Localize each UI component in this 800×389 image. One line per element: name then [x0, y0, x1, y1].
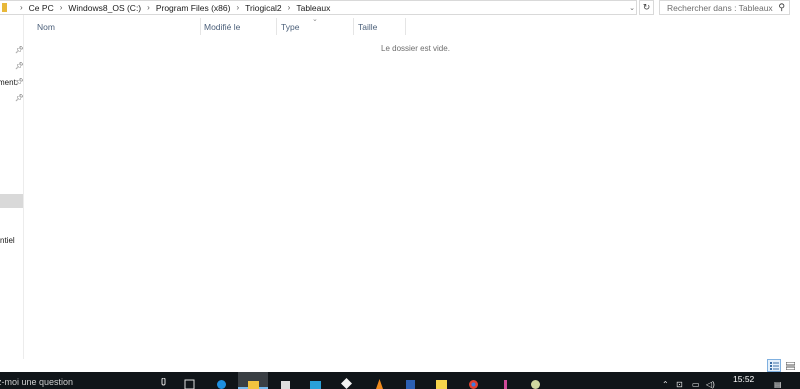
column-header-size[interactable]: Taille [358, 18, 377, 35]
large-icons-view-icon [785, 361, 795, 370]
word-icon[interactable] [405, 378, 416, 389]
breadcrumb-item-triogical2[interactable]: Triogical2 [245, 3, 282, 13]
battery-icon[interactable]: ▭ [692, 380, 700, 389]
folder-icon [2, 3, 7, 12]
address-row: › Ce PC › Windows8_OS (C:) › Program Fil… [0, 0, 800, 15]
edge-browser-icon[interactable] [216, 378, 227, 389]
column-header-label: Modifié le [204, 21, 241, 32]
column-header-label: Type [281, 21, 300, 32]
notifications-icon[interactable]: ▤ [774, 380, 782, 389]
chevron-right-icon[interactable]: › [20, 3, 23, 12]
app-icon[interactable] [341, 378, 352, 389]
search-input[interactable]: Rechercher dans : Tableaux ⚲ [659, 0, 790, 15]
pin-icon[interactable]: 📌︎ [15, 46, 23, 54]
details-view-button[interactable] [767, 359, 781, 372]
search-icon[interactable]: ⚲ [778, 2, 785, 13]
task-view-icon[interactable] [184, 378, 195, 389]
navigation-pane[interactable]: 📌︎ 📌︎ ment: 📌︎ 📌︎ ntiel [0, 15, 24, 359]
address-bar[interactable]: › Ce PC › Windows8_OS (C:) › Program Fil… [0, 0, 637, 15]
sort-arrow-icon: ⌄ [312, 16, 318, 23]
empty-folder-message: Le dossier est vide. [381, 44, 450, 53]
column-header-label: Nom [37, 21, 55, 32]
cortana-search-box[interactable]: z-moi une question [0, 377, 73, 387]
nav-item-partial[interactable]: ntiel [0, 236, 15, 245]
chrome-icon[interactable] [468, 378, 479, 389]
volume-icon[interactable]: ◁) [706, 380, 715, 389]
nav-item-selected[interactable] [0, 194, 23, 208]
chevron-right-icon[interactable]: › [236, 3, 239, 12]
chevron-right-icon[interactable]: › [288, 3, 291, 12]
chevron-right-icon[interactable]: › [147, 3, 150, 12]
app-icon[interactable] [530, 378, 541, 389]
app-icon[interactable] [500, 378, 511, 389]
column-header-type[interactable]: Type [281, 18, 299, 35]
column-header-modified[interactable]: Modifié le [204, 18, 240, 35]
chevron-right-icon[interactable]: › [60, 3, 63, 12]
column-divider[interactable] [353, 18, 354, 35]
breadcrumb-item-program-files[interactable]: Program Files (x86) [156, 3, 231, 13]
breadcrumb-item-tableaux[interactable]: Tableaux [296, 3, 330, 13]
app-icon[interactable] [310, 378, 321, 389]
network-icon[interactable]: ⊡ [676, 380, 683, 389]
column-divider[interactable] [405, 18, 406, 35]
sticky-notes-icon[interactable] [436, 378, 447, 389]
refresh-icon: ↻ [642, 2, 651, 12]
refresh-button[interactable]: ↻ [639, 0, 654, 15]
chevron-up-icon[interactable]: ⌃ [662, 380, 669, 389]
column-header-label: Taille [358, 21, 378, 32]
breadcrumb-item-ce-pc[interactable]: Ce PC [29, 3, 54, 13]
breadcrumb-item-drive[interactable]: Windows8_OS (C:) [68, 3, 141, 13]
pin-icon[interactable]: 📌︎ [15, 62, 23, 70]
pin-icon[interactable]: 📌︎ [15, 94, 23, 102]
file-explorer-icon[interactable] [248, 378, 259, 389]
column-header-name[interactable]: Nom [37, 18, 55, 35]
taskbar: z-moi une question ⌃ ⊡ ▭ ◁) 15:52 ▤ [0, 372, 800, 389]
breadcrumb: › Ce PC › Windows8_OS (C:) › Program Fil… [14, 3, 330, 13]
chevron-down-icon[interactable]: ⌄ [627, 1, 637, 14]
column-divider[interactable] [276, 18, 277, 35]
microphone-icon[interactable] [158, 378, 169, 389]
clock[interactable]: 15:52 [733, 374, 754, 384]
store-icon[interactable] [280, 378, 291, 389]
pin-icon[interactable]: 📌︎ [15, 78, 23, 86]
column-divider[interactable] [200, 18, 201, 35]
large-icons-view-button[interactable] [783, 359, 797, 372]
details-view-icon [769, 361, 779, 370]
vlc-icon[interactable] [374, 378, 385, 389]
search-placeholder: Rechercher dans : Tableaux [667, 2, 773, 13]
